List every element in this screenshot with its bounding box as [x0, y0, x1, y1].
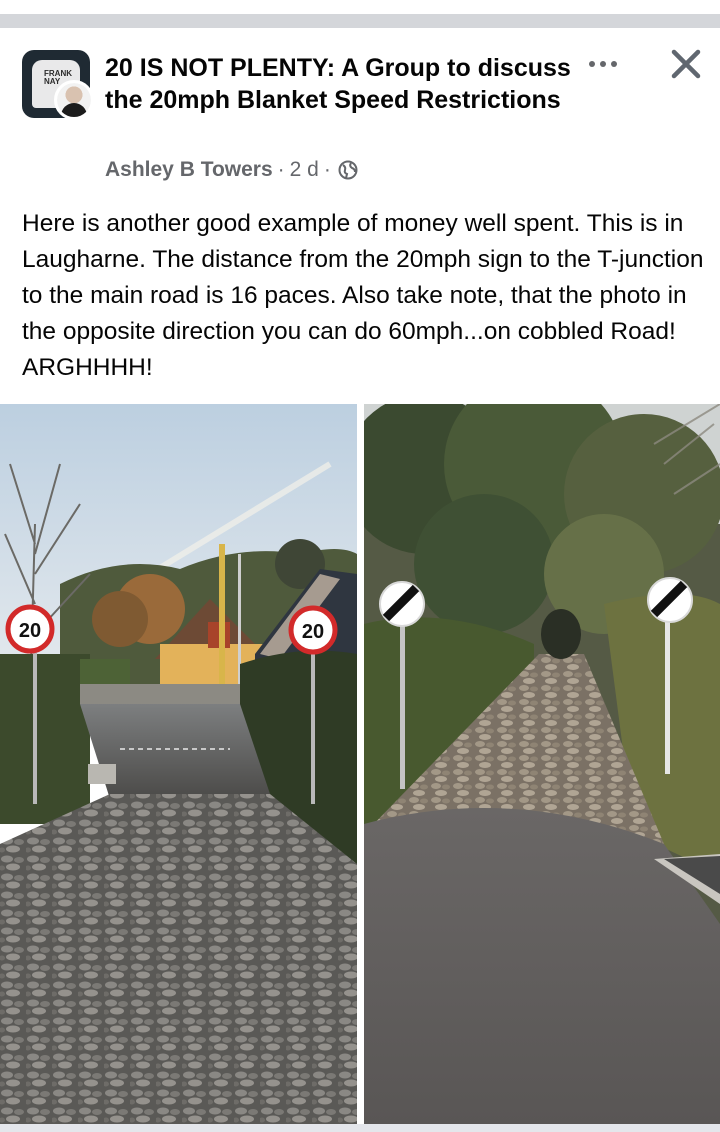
speed-sign-left: 20 — [19, 620, 41, 642]
post-meta: Ashley B Towers · 2 d · — [105, 156, 358, 184]
photo-grid: 20 20 — [0, 404, 720, 1126]
speed-sign-right: 20 — [302, 621, 324, 643]
top-bar — [0, 0, 720, 30]
national-speed-limit-sign-right — [647, 577, 693, 623]
post-text: Here is another good example of money we… — [22, 210, 704, 381]
top-divider — [0, 14, 720, 28]
photo-left[interactable]: 20 20 — [0, 404, 357, 1124]
post-time[interactable]: 2 d — [290, 158, 319, 182]
globe-icon — [338, 160, 358, 180]
group-avatar[interactable]: FRANK NAY — [22, 50, 94, 120]
group-title[interactable]: 20 IS NOT PLENTY: A Group to discuss the… — [105, 52, 575, 116]
author-name[interactable]: Ashley B Towers — [105, 158, 273, 182]
close-icon[interactable] — [666, 46, 706, 86]
author-avatar[interactable] — [54, 80, 94, 120]
more-options-icon[interactable] — [586, 52, 622, 76]
bottom-divider — [0, 1124, 720, 1132]
photo-right[interactable] — [364, 404, 720, 1124]
meta-separator: · — [323, 158, 331, 181]
meta-separator: · — [277, 158, 285, 181]
national-speed-limit-sign-left — [379, 581, 425, 627]
